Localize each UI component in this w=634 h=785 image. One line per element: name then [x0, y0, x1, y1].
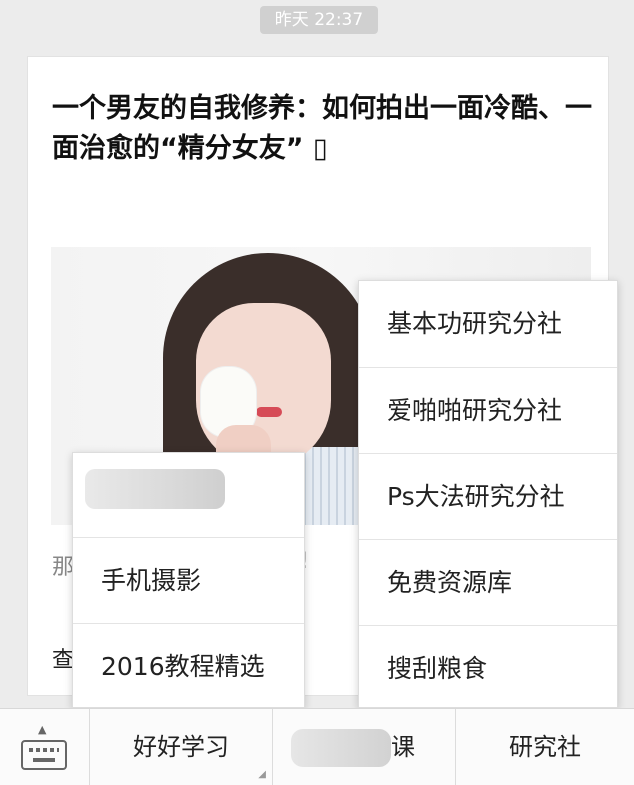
submenu-item-basics-club[interactable]: 基本功研究分社	[359, 281, 617, 367]
submenu-item-love-club[interactable]: 爱啪啪研究分社	[359, 367, 617, 454]
submenu-item-free-resources[interactable]: 免费资源库	[359, 539, 617, 626]
bottom-menu-bar: ▲ 好好学习 ◢ 课 研究社	[0, 708, 634, 785]
submenu-item-ps-club[interactable]: Ps大法研究分社	[359, 453, 617, 540]
menu-tab-label: 研究社	[509, 733, 581, 761]
submenu-item-2016-tutorials[interactable]: 2016教程精选	[73, 623, 304, 710]
menu-tab-research[interactable]: 研究社	[456, 709, 634, 785]
blurred-tab-label	[291, 729, 391, 767]
blurred-menu-item[interactable]	[85, 469, 225, 509]
submenu-indicator-icon: ◢	[258, 769, 266, 780]
menu-tab-label: 好好学习	[133, 733, 229, 761]
menu-tab-label: 课	[391, 733, 415, 761]
menu-tab-study[interactable]: 好好学习 ◢	[90, 709, 273, 785]
menu-tab-courses[interactable]: 课	[273, 709, 456, 785]
submenu-right: 基本功研究分社 爱啪啪研究分社 Ps大法研究分社 免费资源库 搜刮粮食	[358, 280, 618, 708]
article-title[interactable]: 一个男友的自我修养：如何拍出一面冷酷、一面治愈的“精分女友” ▯	[52, 89, 592, 169]
submenu-item-food[interactable]: 搜刮粮食	[359, 625, 617, 712]
keyboard-toggle-button[interactable]: ▲	[0, 709, 90, 785]
chevron-up-icon: ▲	[38, 723, 47, 736]
timestamp: 昨天 22:37	[260, 6, 378, 34]
cover-lips	[256, 407, 282, 417]
read-more-link[interactable]: 查	[52, 642, 74, 674]
submenu-left: 手机摄影 2016教程精选	[72, 452, 305, 708]
submenu-item-mobile-photography[interactable]: 手机摄影	[73, 537, 304, 624]
keyboard-icon	[21, 740, 67, 770]
article-summary-start: 那	[52, 555, 75, 580]
